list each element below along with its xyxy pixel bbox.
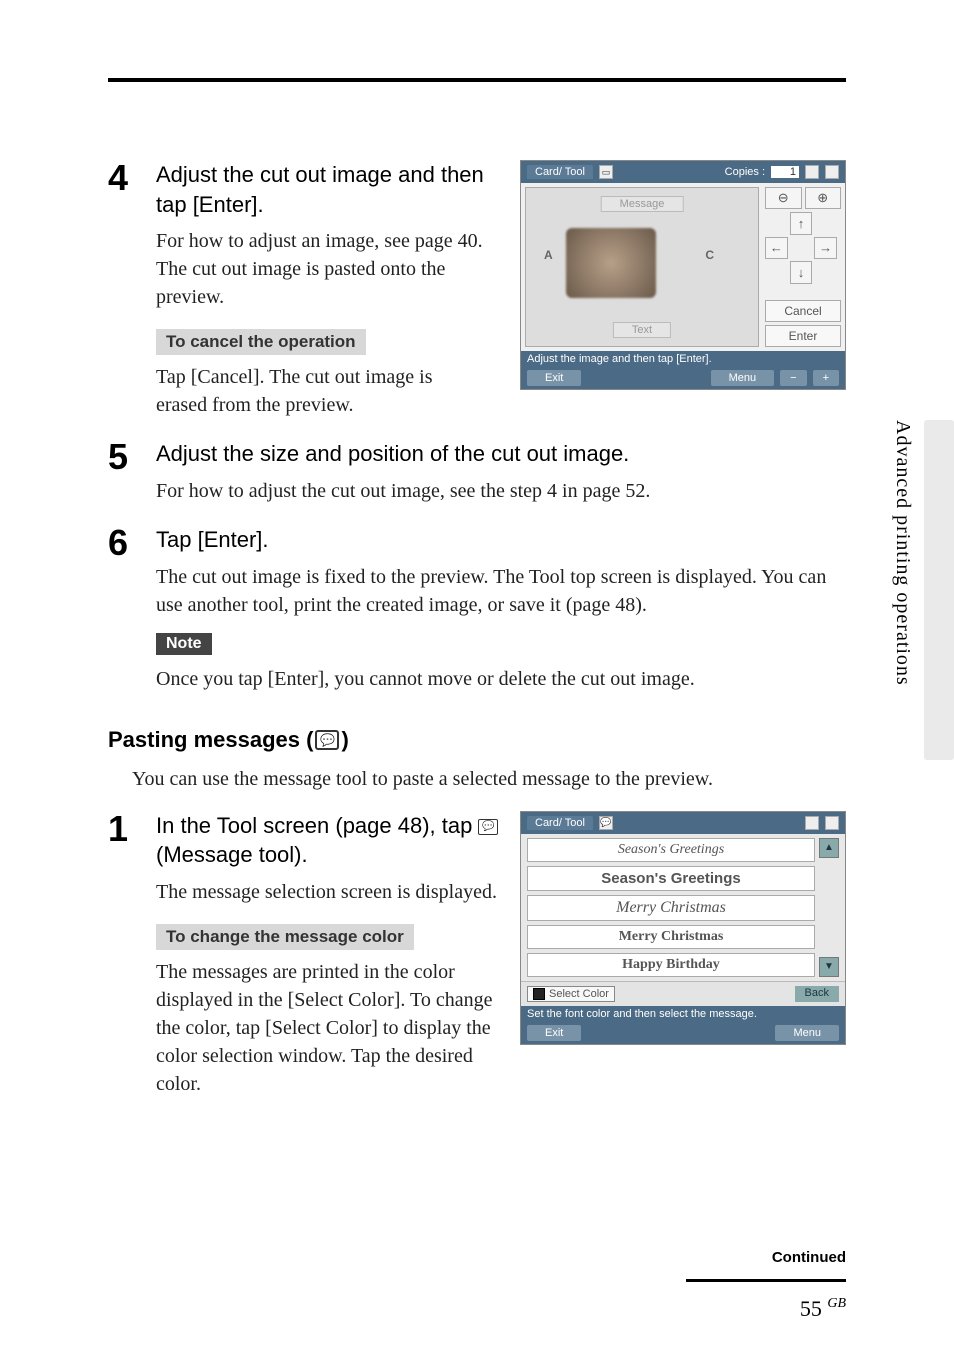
status-icon-b: [825, 165, 839, 179]
step-title: Adjust the size and position of the cut …: [156, 439, 846, 469]
page-number: 55 GB: [800, 1296, 846, 1322]
menu-button[interactable]: Menu: [775, 1025, 839, 1041]
figure-status-text: Set the font color and then select the m…: [521, 1006, 845, 1022]
scroll-down-button[interactable]: ▼: [819, 957, 839, 977]
marker-c: C: [705, 248, 714, 262]
step-number: 1: [108, 811, 156, 1098]
message-option[interactable]: Merry Christmas: [527, 925, 815, 949]
figure-status-text: Adjust the image and then tap [Enter].: [521, 351, 845, 367]
figure-tab-bar: Card/ Tool ▭ Copies : 1: [521, 161, 845, 183]
copies-value[interactable]: 1: [771, 166, 799, 178]
zoom-out-button[interactable]: ⊖: [765, 187, 802, 209]
step-text: For how to adjust an image, see page 40.…: [156, 227, 488, 311]
back-button[interactable]: Back: [795, 986, 839, 1002]
plus-button[interactable]: +: [813, 370, 839, 386]
message-option[interactable]: Merry Christmas: [527, 895, 815, 921]
figure-tab-bar: Card/ Tool 💬: [521, 812, 845, 834]
status-icon-b: [825, 816, 839, 830]
cutout-image[interactable]: [566, 228, 656, 298]
dpad-right[interactable]: →: [814, 237, 837, 260]
side-section-label: Advanced printing operations: [891, 420, 914, 686]
message-option[interactable]: Happy Birthday: [527, 953, 815, 977]
step-title: Adjust the cut out image and then tap [E…: [156, 160, 488, 219]
message-mode-icon: 💬: [599, 816, 613, 830]
message-tool-icon: 💬: [478, 819, 498, 835]
enter-button[interactable]: Enter: [765, 325, 841, 347]
note-text: Once you tap [Enter], you cannot move or…: [156, 665, 846, 693]
scroll-up-button[interactable]: ▲: [819, 838, 839, 858]
marker-a: A: [544, 248, 553, 262]
step-number: 6: [108, 525, 156, 693]
step-4: 4 Adjust the cut out image and then tap …: [108, 160, 488, 419]
change-color-heading: To change the message color: [156, 924, 414, 950]
dpad-left[interactable]: ←: [765, 237, 788, 260]
select-color-label: Select Color: [549, 988, 609, 1000]
message-option[interactable]: Season's Greetings: [527, 866, 815, 891]
continued-label: Continued: [772, 1249, 846, 1266]
select-color-button[interactable]: Select Color: [527, 986, 615, 1002]
copies-label: Copies :: [725, 166, 765, 178]
zoom-in-button[interactable]: ⊕: [805, 187, 842, 209]
dpad-down[interactable]: ↓: [790, 261, 813, 284]
step-title: In the Tool screen (page 48), tap 💬 (Mes…: [156, 811, 502, 870]
color-swatch: [533, 988, 545, 1000]
step-number: 5: [108, 439, 156, 505]
direction-pad: ↑ ← → ↓: [765, 212, 837, 284]
figure-adjust-image: Card/ Tool ▭ Copies : 1 Message A C Text: [520, 160, 846, 390]
minus-button[interactable]: −: [780, 370, 806, 386]
step-text: The message selection screen is displaye…: [156, 878, 502, 906]
note-label: Note: [156, 633, 212, 655]
message-options-list: Season's Greetings Season's Greetings Me…: [527, 838, 815, 977]
step-6: 6 Tap [Enter]. The cut out image is fixe…: [108, 525, 846, 693]
status-icon-a: [805, 816, 819, 830]
message-tag[interactable]: Message: [601, 196, 684, 212]
step-title: Tap [Enter].: [156, 525, 846, 555]
message-tool-icon: 💬: [315, 730, 339, 750]
exit-button[interactable]: Exit: [527, 370, 581, 386]
text-tag[interactable]: Text: [613, 322, 671, 338]
message-step-1: 1 In the Tool screen (page 48), tap 💬 (M…: [108, 811, 502, 1098]
cancel-operation-heading: To cancel the operation: [156, 329, 366, 355]
tab-card[interactable]: Card/ Tool: [527, 816, 593, 830]
step-text: For how to adjust the cut out image, see…: [156, 477, 846, 505]
message-option[interactable]: Season's Greetings: [527, 838, 815, 862]
step-text: The cut out image is fixed to the previe…: [156, 563, 846, 619]
tool-mode-icon: ▭: [599, 165, 613, 179]
dpad-up[interactable]: ↑: [790, 212, 813, 235]
status-icon-a: [805, 165, 819, 179]
exit-button[interactable]: Exit: [527, 1025, 581, 1041]
tab-card[interactable]: Card/ Tool: [527, 165, 593, 179]
thumb-tab: [924, 420, 954, 760]
step-number: 4: [108, 160, 156, 419]
change-color-text: The messages are printed in the color di…: [156, 958, 502, 1098]
menu-button[interactable]: Menu: [711, 370, 775, 386]
cancel-button[interactable]: Cancel: [765, 300, 841, 322]
step-5: 5 Adjust the size and position of the cu…: [108, 439, 846, 505]
top-rule: [108, 78, 846, 82]
section-intro: You can use the message tool to paste a …: [132, 765, 846, 793]
bottom-rule: [686, 1279, 846, 1282]
preview-area[interactable]: Message A C Text: [525, 187, 759, 347]
figure-message-selection: Card/ Tool 💬 Season's Greetings Season's…: [520, 811, 846, 1045]
pasting-messages-heading: Pasting messages ( 💬 ): [108, 727, 846, 753]
cancel-operation-text: Tap [Cancel]. The cut out image is erase…: [156, 363, 488, 419]
